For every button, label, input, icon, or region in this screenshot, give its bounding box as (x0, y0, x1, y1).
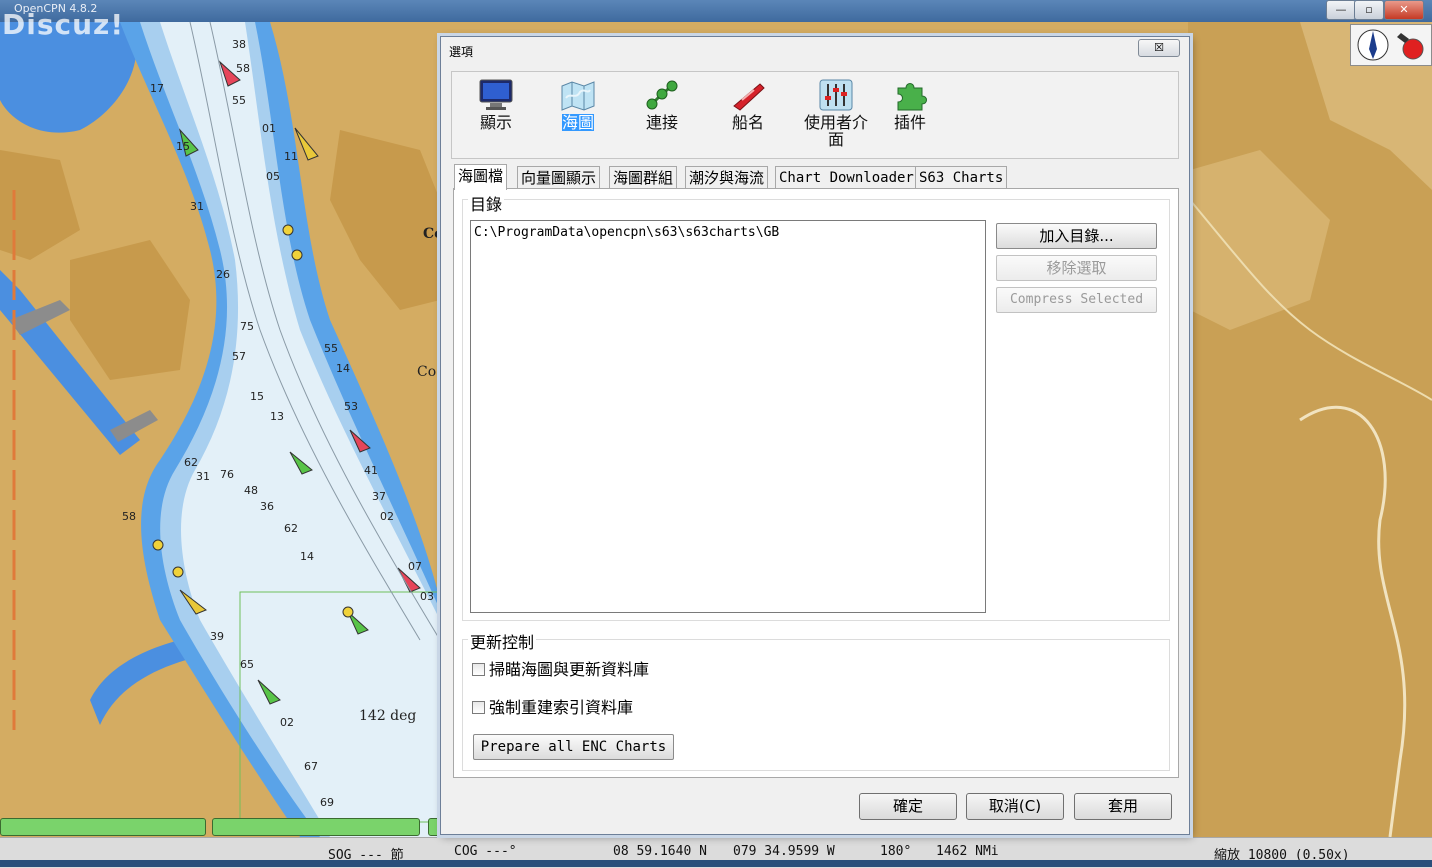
tool-label: 插件 (893, 113, 926, 132)
svg-text:14: 14 (300, 550, 314, 563)
svg-text:17: 17 (150, 82, 164, 95)
tool-label: 顯示 (479, 113, 512, 132)
svg-text:13: 13 (270, 410, 284, 423)
svg-text:05: 05 (266, 170, 280, 183)
svg-text:26: 26 (216, 268, 230, 281)
tab-vector-display[interactable]: 向量圖顯示 (517, 166, 601, 189)
svg-text:65: 65 (240, 658, 254, 671)
map-place-label: Co (417, 364, 437, 380)
dialog-title: 選項 (449, 45, 474, 59)
svg-text:53: 53 (344, 400, 358, 413)
add-directory-button[interactable]: 加入目錄... (996, 223, 1157, 249)
svg-text:55: 55 (324, 342, 338, 355)
svg-text:01: 01 (262, 122, 276, 135)
directory-list[interactable]: C:\ProgramData\opencpn\s63\s63charts\GB (470, 220, 986, 613)
svg-text:41: 41 (364, 464, 378, 477)
checkbox-label: 強制重建索引資料庫 (489, 698, 634, 717)
svg-text:39: 39 (210, 630, 224, 643)
prepare-enc-charts-button[interactable]: Prepare all ENC Charts (473, 734, 674, 760)
chart-bar-key[interactable] (0, 818, 206, 836)
dialog-close-button[interactable]: ☒ (1138, 39, 1180, 57)
scan-charts-checkbox[interactable]: 掃瞄海圖與更新資料庫 (472, 656, 649, 680)
rebuild-index-checkbox[interactable]: 強制重建索引資料庫 (472, 694, 633, 718)
checkbox-label: 掃瞄海圖與更新資料庫 (489, 660, 650, 679)
ok-button[interactable]: 確定 (859, 793, 957, 820)
svg-text:76: 76 (220, 468, 234, 481)
svg-text:38: 38 (232, 38, 246, 51)
options-toolbar: 顯示 海圖 連接 船名 使用者介面 插件 (451, 71, 1179, 159)
minimize-button[interactable]: — (1326, 0, 1356, 20)
watermark: Discuz! (2, 8, 125, 41)
sliders-icon (819, 79, 853, 111)
checkbox-box[interactable] (472, 701, 485, 714)
tool-display[interactable]: 顯示 (456, 78, 536, 132)
compass-widget[interactable] (1350, 24, 1432, 66)
list-item[interactable]: C:\ProgramData\opencpn\s63\s63charts\GB (474, 225, 779, 240)
svg-text:37: 37 (372, 490, 386, 503)
ship-icon (733, 83, 765, 111)
svg-text:58: 58 (122, 510, 136, 523)
directories-label: 目錄 (468, 191, 505, 215)
cancel-button[interactable]: 取消(C) (966, 793, 1064, 820)
chart-bar-key[interactable] (212, 818, 420, 836)
tab-chart-downloader[interactable]: Chart Downloader (775, 166, 918, 189)
svg-text:58: 58 (236, 62, 250, 75)
monitor-icon (479, 79, 513, 110)
puzzle-icon (897, 83, 927, 111)
svg-text:48: 48 (244, 484, 258, 497)
tab-chart-groups[interactable]: 海圖群組 (609, 166, 678, 189)
tool-ships[interactable]: 船名 (708, 78, 788, 132)
svg-text:62: 62 (184, 456, 198, 469)
tab-tides-currents[interactable]: 潮汐與海流 (685, 166, 769, 189)
longitude-readout: 079 34.9599 W (733, 844, 835, 859)
chart-bar[interactable] (0, 816, 440, 838)
tab-s63-charts[interactable]: S63 Charts (915, 166, 1008, 189)
chart-bar-key[interactable] (428, 818, 440, 836)
connections-icon (646, 80, 678, 110)
svg-text:11: 11 (284, 150, 298, 163)
maximize-button[interactable]: ▫ (1354, 0, 1384, 20)
svg-text:15: 15 (250, 390, 264, 403)
tool-label: 連接 (645, 113, 678, 132)
svg-text:75: 75 (240, 320, 254, 333)
tool-label: 船名 (731, 113, 764, 132)
svg-text:15: 15 (176, 140, 190, 153)
svg-text:55: 55 (232, 94, 246, 107)
compress-selected-button[interactable]: Compress Selected (996, 287, 1157, 313)
svg-text:14: 14 (336, 362, 350, 375)
svg-text:02: 02 (380, 510, 394, 523)
tool-plugins[interactable]: 插件 (870, 78, 950, 132)
close-window-button[interactable]: ✕ (1384, 0, 1424, 20)
svg-text:07: 07 (408, 560, 422, 573)
svg-text:03: 03 (420, 590, 434, 603)
svg-text:31: 31 (190, 200, 204, 213)
tab-panel: 目錄 C:\ProgramData\opencpn\s63\s63charts\… (453, 188, 1179, 778)
remove-selected-button[interactable]: 移除選取 (996, 255, 1157, 281)
cog-readout: COG ---° (454, 844, 517, 859)
svg-text:62: 62 (284, 522, 298, 535)
os-taskbar (0, 860, 1432, 867)
svg-text:69: 69 (320, 796, 334, 809)
heading-label: 142 deg (359, 708, 417, 724)
tool-connections[interactable]: 連接 (622, 78, 702, 132)
checkbox-box[interactable] (472, 663, 485, 676)
tab-chart-files[interactable]: 海圖檔 (454, 164, 508, 190)
bearing-readout: 180° (880, 844, 912, 859)
svg-text:57: 57 (232, 350, 246, 363)
main-titlebar (0, 0, 1432, 22)
latitude-readout: 08 59.1640 N (613, 844, 707, 859)
tool-charts[interactable]: 海圖 (538, 78, 618, 132)
apply-button[interactable]: 套用 (1074, 793, 1172, 820)
chart-map-icon (561, 81, 595, 111)
distance-readout: 1462 NMi (936, 844, 999, 859)
update-control-label: 更新控制 (468, 629, 537, 653)
tool-label: 海圖 (561, 113, 594, 132)
svg-text:02: 02 (280, 716, 294, 729)
options-dialog: 選項 ☒ 顯示 海圖 連接 船名 使用者介面 插件 海圖檔 向量圖顯示 海圖群組… (440, 36, 1190, 835)
svg-text:67: 67 (304, 760, 318, 773)
tool-label: 使用者介面 (803, 113, 868, 149)
svg-text:31: 31 (196, 470, 210, 483)
svg-text:36: 36 (260, 500, 274, 513)
